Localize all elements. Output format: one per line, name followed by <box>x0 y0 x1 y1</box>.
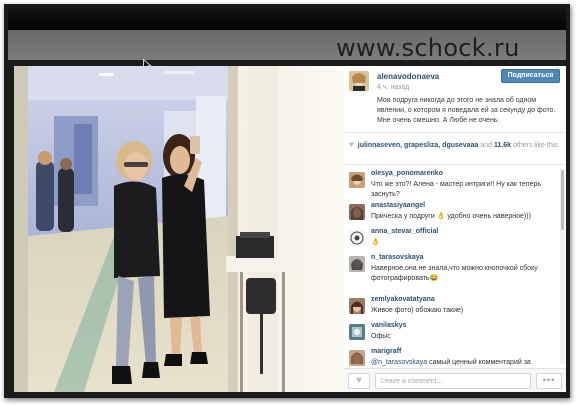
comment-text-body: самый ценный комментарий за <box>427 359 531 366</box>
commenter-avatar[interactable] <box>349 204 365 220</box>
commenter-avatar[interactable] <box>349 350 365 366</box>
commenter-avatar[interactable] <box>349 324 365 340</box>
heart-icon: ♥ <box>356 375 362 386</box>
comment-text: Что же это?! Алена - мастер интриги!! Ну… <box>371 181 542 198</box>
comment-text: Живое фото) обожаю такие) <box>371 307 464 314</box>
comment-text: 👌 <box>371 239 380 246</box>
like-button[interactable]: ♥ <box>348 373 370 389</box>
commenter-username[interactable]: anastasiyaangel <box>371 202 425 209</box>
commenter-username[interactable]: olesya_ponomarenko <box>371 170 443 177</box>
commenter-username[interactable]: zemlyakovatatyana <box>371 296 435 303</box>
commenter-avatar[interactable] <box>349 172 365 188</box>
commenter-username[interactable]: n_tarasovskaya <box>371 254 424 261</box>
commenter-username[interactable]: vanilaskys <box>371 322 406 329</box>
likes-count[interactable]: 11.6k <box>494 142 511 149</box>
comment-bar: ♥ ••• <box>344 368 566 392</box>
commenter-username[interactable]: anna_stevar_official <box>371 228 438 235</box>
post-timestamp[interactable]: 4 ч. назад <box>377 84 409 91</box>
likes-suffix: others like this. <box>511 142 560 149</box>
scrollbar-thumb[interactable] <box>561 170 564 230</box>
comments-list: olesya_ponomarenko Что же это?! Алена - … <box>344 168 558 368</box>
divider <box>344 132 566 133</box>
comment-text: @n_tarasovskaya самый ценный комментарий… <box>371 358 557 368</box>
author-avatar[interactable] <box>349 71 369 91</box>
comment-text: Офыс <box>371 333 391 340</box>
likes-connector: and <box>478 142 494 149</box>
more-options-button[interactable]: ••• <box>536 373 562 389</box>
commenter-username[interactable]: marigraff <box>371 348 401 355</box>
post-header: alenavodonaeva 4 ч. назад Подписаться Мо… <box>344 66 566 130</box>
follow-button[interactable]: Подписаться <box>501 69 560 83</box>
comment-text: Наверное,она не знала,что можно кнопочко… <box>371 265 538 282</box>
post-details-panel: alenavodonaeva 4 ч. назад Подписаться Мо… <box>344 66 566 392</box>
mirror-selfie-image <box>14 66 344 392</box>
comment-text: Прическа у подруги 👌 удобно очень наверн… <box>371 213 531 220</box>
post-photo[interactable] <box>14 66 344 392</box>
commenter-avatar[interactable] <box>349 298 365 314</box>
dark-top-bar <box>8 8 566 30</box>
commenter-avatar[interactable] <box>349 256 365 272</box>
commenter-avatar[interactable] <box>349 230 365 246</box>
likes-summary: ♥ julinnaseven, grapesliza, dgusevaaa and… <box>349 140 561 151</box>
watermark: www.schock.ru <box>336 34 520 62</box>
heart-icon: ♥ <box>349 140 354 149</box>
divider <box>344 164 566 165</box>
likers-list[interactable]: julinnaseven, grapesliza, dgusevaaa <box>358 142 479 149</box>
comment-input[interactable] <box>375 373 531 389</box>
comments-scrollbar[interactable] <box>560 168 565 364</box>
post-caption: Моя подруга никогда до этого не знала об… <box>377 97 556 124</box>
author-username[interactable]: alenavodonaeva <box>377 72 439 81</box>
comment-mention[interactable]: @n_tarasovskaya <box>371 359 427 366</box>
